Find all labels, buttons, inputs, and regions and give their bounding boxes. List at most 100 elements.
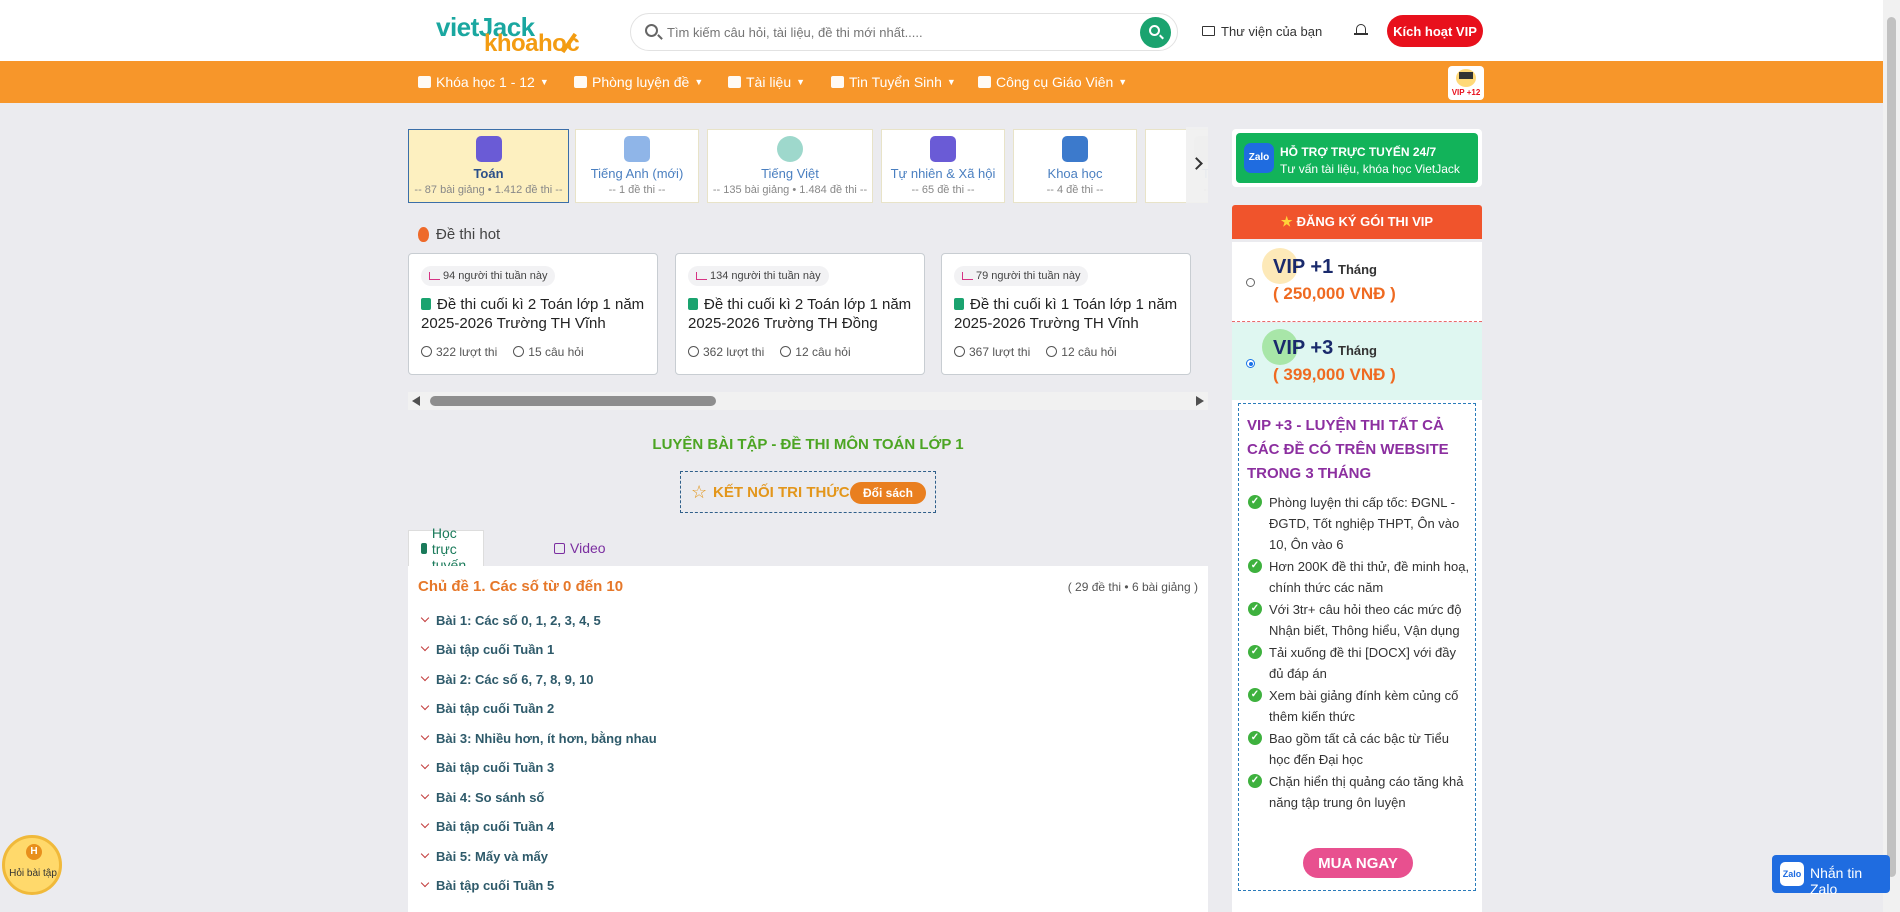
radio-button[interactable] (1246, 359, 1255, 368)
tab-label: Video (570, 540, 606, 556)
subject-name: Khoa học (1047, 166, 1103, 181)
lesson-item[interactable]: Bài tập cuối Tuần 3 (422, 757, 554, 777)
vip-detail-panel: VIP +3 - LUYỆN THI TẤT CẢ CÁC ĐỀ CÓ TRÊN… (1232, 400, 1482, 912)
exam-title[interactable]: Đề thi cuối kì 2 Toán lớp 1 năm 2025-202… (688, 295, 913, 333)
feature-item: Với 3tr+ câu hỏi theo các mức độ Nhận bi… (1247, 599, 1471, 641)
vip-register-header: ★ ĐĂNG KÝ GÓI THI VIP (1232, 205, 1482, 239)
vip-duration: Tháng (1338, 262, 1377, 277)
chevron-down-icon: ▼ (694, 77, 704, 87)
views-count: 362 lượt thi (688, 345, 764, 359)
subject-name: Tiếng Anh (mới) (590, 166, 684, 181)
library-link[interactable]: Thư viện của bạn (1202, 22, 1322, 40)
subject-name: Tiếng Việt (761, 166, 819, 181)
subject-meta: -- 135 bài giảng • 1.484 đề thi -- (712, 184, 868, 196)
subject-meta: -- 65 đề thi -- (911, 184, 975, 196)
scrollbar-thumb[interactable] (1887, 17, 1896, 877)
exam-meta: 367 lượt thi 12 câu hỏi (954, 345, 1117, 359)
exam-meta: 322 lượt thi 15 câu hỏi (421, 345, 584, 359)
folder-icon (1202, 26, 1215, 36)
lesson-item[interactable]: Bài tập cuối Tuần 1 (422, 639, 554, 659)
ask-homework-button[interactable]: H Hỏi bài tập (2, 835, 62, 895)
nav-item-teacher-tools[interactable]: Công cụ Giáo Viên ▼ (978, 61, 1127, 103)
help-icon: H (26, 844, 42, 860)
scroll-right-arrow[interactable] (1196, 396, 1204, 406)
hot-exam-card[interactable]: 134 người thi tuần này Đề thi cuối kì 2 … (675, 253, 925, 375)
lesson-item[interactable]: Bài tập cuối Tuần 2 (422, 698, 554, 718)
hot-exam-card[interactable]: 79 người thi tuần này Đề thi cuối kì 1 T… (941, 253, 1191, 375)
chevron-down-icon: ▼ (1118, 77, 1128, 87)
exam-title[interactable]: Đề thi cuối kì 2 Toán lớp 1 năm 2025-202… (421, 295, 646, 333)
subject-tab-science[interactable]: Khoa học -- 4 đề thi -- (1013, 129, 1137, 203)
buy-now-button[interactable]: MUA NGAY (1303, 848, 1413, 878)
subject-meta: -- 87 bài giảng • 1.412 đề thi -- (414, 184, 563, 196)
nav-item-admissions[interactable]: Tin Tuyển Sinh ▼ (831, 61, 956, 103)
lesson-item[interactable]: Bài 2: Các số 6, 7, 8, 9, 10 (422, 669, 594, 689)
lesson-item[interactable]: Bài tập cuối Tuần 4 (422, 816, 554, 836)
support-subtitle: Tư vấn tài liệu, khóa học VietJack (1280, 162, 1460, 176)
subject-tab-english[interactable]: Tiếng Anh (mới) -- 1 đề thi -- (575, 129, 699, 203)
zalo-chat-button[interactable]: Zalo Nhắn tin Zalo (1772, 855, 1890, 897)
vip-detail-title: VIP +3 - LUYỆN THI TẤT CẢ CÁC ĐỀ CÓ TRÊN… (1247, 417, 1449, 482)
fire-icon (418, 227, 429, 242)
scroll-left-arrow[interactable] (412, 396, 420, 406)
nav-item-courses[interactable]: Khóa học 1 - 12 ▼ (418, 61, 549, 103)
feature-text: Xem bài giảng đính kèm củng cố thêm kiến… (1269, 688, 1459, 724)
hot-exams-scrollbar[interactable] (408, 392, 1208, 410)
exam-title[interactable]: Đề thi cuối kì 1 Toán lớp 1 năm 2025-202… (954, 295, 1179, 333)
lesson-item[interactable]: Bài 5: Mấy và mấy (422, 846, 548, 866)
subject-next-arrow[interactable] (1186, 127, 1208, 203)
checkbox-icon (421, 543, 427, 554)
feature-text: Phòng luyện thi cấp tốc: ĐGNL - ĐGTD, Tố… (1269, 495, 1460, 552)
lesson-label: Bài 2: Các số 6, 7, 8, 9, 10 (436, 671, 594, 687)
site-logo[interactable]: vietJack khoahoc (436, 12, 586, 57)
chapter-meta: ( 29 đề thi • 6 bài giảng ) (1067, 580, 1198, 594)
vip-option-1-month[interactable]: VIP +1 Tháng ( 250,000 VNĐ ) (1232, 242, 1482, 322)
teacher-icon (978, 76, 991, 88)
chapter-title[interactable]: Chủ đề 1. Các số từ 0 đến 10 (418, 578, 623, 595)
weekly-takers-tag: 94 người thi tuần này (421, 266, 556, 286)
nav-item-documents[interactable]: Tài liệu ▼ (728, 61, 805, 103)
vietnamese-icon (777, 136, 803, 162)
lesson-label: Bài 5: Mấy và mấy (436, 848, 549, 864)
english-icon (624, 136, 650, 162)
change-book-button[interactable]: Đổi sách (850, 482, 926, 504)
chevron-down-icon: ▼ (796, 77, 806, 87)
radio-button[interactable] (1246, 278, 1255, 287)
student-icon (831, 76, 844, 88)
vip-duration: Tháng (1338, 343, 1377, 358)
search-icon (645, 24, 658, 37)
hot-exam-card[interactable]: 94 người thi tuần này Đề thi cuối kì 2 T… (408, 253, 658, 375)
tab-online-learning[interactable]: Học trực tuyến (408, 525, 485, 573)
scrollbar-thumb[interactable] (430, 396, 716, 406)
subject-tab-vietnamese[interactable]: Tiếng Việt -- 135 bài giảng • 1.484 đề t… (707, 129, 873, 203)
nav-label: Khóa học 1 - 12 (436, 74, 535, 90)
nav-label: Công cụ Giáo Viên (996, 74, 1114, 90)
zalo-icon: Zalo (1244, 143, 1274, 173)
lesson-item[interactable]: Bài 3: Nhiều hơn, ít hơn, bằng nhau (422, 728, 657, 748)
question-count: 12 câu hỏi (780, 345, 850, 359)
tab-video[interactable]: Video (542, 530, 618, 566)
lesson-label: Bài tập cuối Tuần 3 (436, 759, 555, 775)
subject-meta: -- 1 đề thi -- (608, 184, 666, 196)
lesson-item[interactable]: Bài tập cuối Tuần 5 (422, 875, 554, 895)
bell-icon[interactable] (1354, 22, 1368, 38)
lesson-item[interactable]: Bài 1: Các số 0, 1, 2, 3, 4, 5 (422, 610, 601, 630)
vip-price: ( 399,000 VNĐ ) (1273, 365, 1396, 384)
subject-tab-nature-society[interactable]: Tự nhiên & Xã hội -- 65 đề thi -- (881, 129, 1005, 203)
search-button[interactable] (1140, 17, 1171, 48)
subject-tab-math[interactable]: Toán -- 87 bài giảng • 1.412 đề thi -- (408, 129, 569, 203)
checkbox-icon (554, 542, 565, 554)
lesson-item[interactable]: Bài 4: So sánh số (422, 787, 544, 807)
search-input[interactable] (667, 22, 1087, 42)
vip-badge[interactable]: VIP +12 (1448, 66, 1484, 100)
lesson-label: Bài tập cuối Tuần 4 (436, 818, 555, 834)
feature-text: Chặn hiển thị quảng cáo tăng khả năng tậ… (1269, 774, 1464, 810)
page-scrollbar[interactable] (1883, 0, 1900, 912)
nature-icon (930, 136, 956, 162)
nav-item-practice[interactable]: Phòng luyện đề ▼ (574, 61, 703, 103)
feature-item: Hơn 200K đề thi thử, đề minh hoạ, chính … (1247, 556, 1471, 598)
activate-vip-button[interactable]: Kích hoạt VIP (1387, 15, 1483, 47)
vip-option-3-month[interactable]: VIP +3 Tháng ( 399,000 VNĐ ) (1232, 323, 1482, 403)
book-icon (418, 76, 431, 88)
online-support-banner[interactable]: Zalo HỖ TRỢ TRỰC TUYẾN 24/7 Tư vấn tài l… (1232, 129, 1482, 187)
